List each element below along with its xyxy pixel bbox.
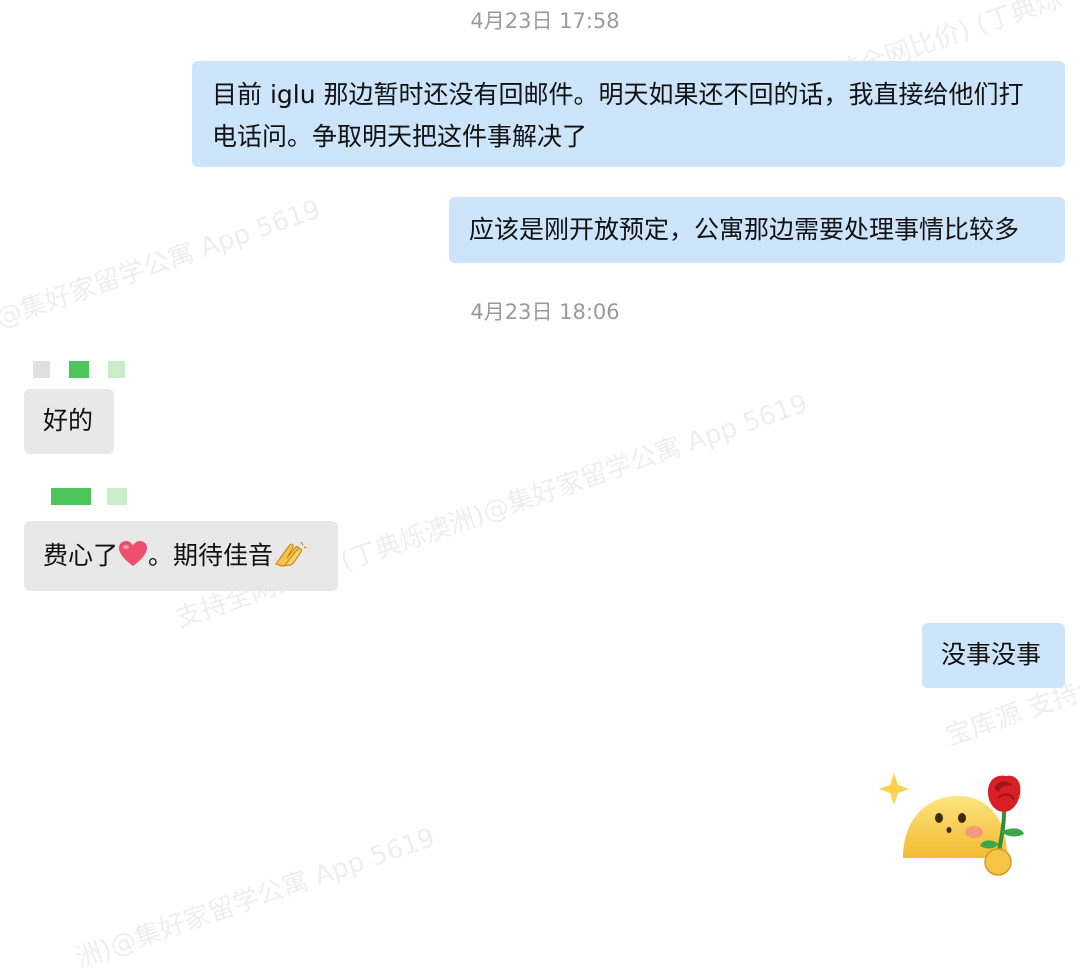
message-bubble-outgoing[interactable]: 没事没事 [922, 623, 1065, 688]
message-text: 好的 [43, 406, 94, 435]
timestamp: 4月23日 18:06 [470, 300, 620, 324]
watermark: 洲)@集好家留学公寓 App 5619 [71, 822, 439, 975]
message-text: 目前 iglu 那边暂时还没有回邮件。明天如果还不回的话，我直接给他们打电话问。… [212, 80, 1024, 151]
smiling-face-with-rose-sticker[interactable] [876, 770, 1036, 880]
message-bubble-incoming[interactable]: 费心了 。期待佳音 [24, 521, 338, 591]
message-text: 应该是刚开放预定，公寓那边需要处理事情比较多 [469, 215, 1020, 244]
timestamp: 4月23日 17:58 [470, 9, 620, 33]
sender-name-blurred [33, 361, 125, 378]
message-text: 费心了 [43, 541, 119, 570]
clap-hands-emoji-icon [273, 538, 307, 581]
watermark: 支持全网比价) (丁典烁澳洲)@集好家留学公寓 App 5619 [171, 388, 812, 635]
message-text: 没事没事 [941, 640, 1042, 669]
message-bubble-outgoing[interactable]: 应该是刚开放预定，公寓那边需要处理事情比较多 [449, 197, 1065, 263]
message-bubble-outgoing[interactable]: 目前 iglu 那边暂时还没有回邮件。明天如果还不回的话，我直接给他们打电话问。… [192, 61, 1065, 167]
sender-name-blurred [51, 488, 127, 505]
message-text: 。期待佳音 [148, 541, 274, 570]
message-bubble-incoming[interactable]: 好的 [24, 389, 114, 454]
heart-emoji-icon [118, 539, 148, 581]
